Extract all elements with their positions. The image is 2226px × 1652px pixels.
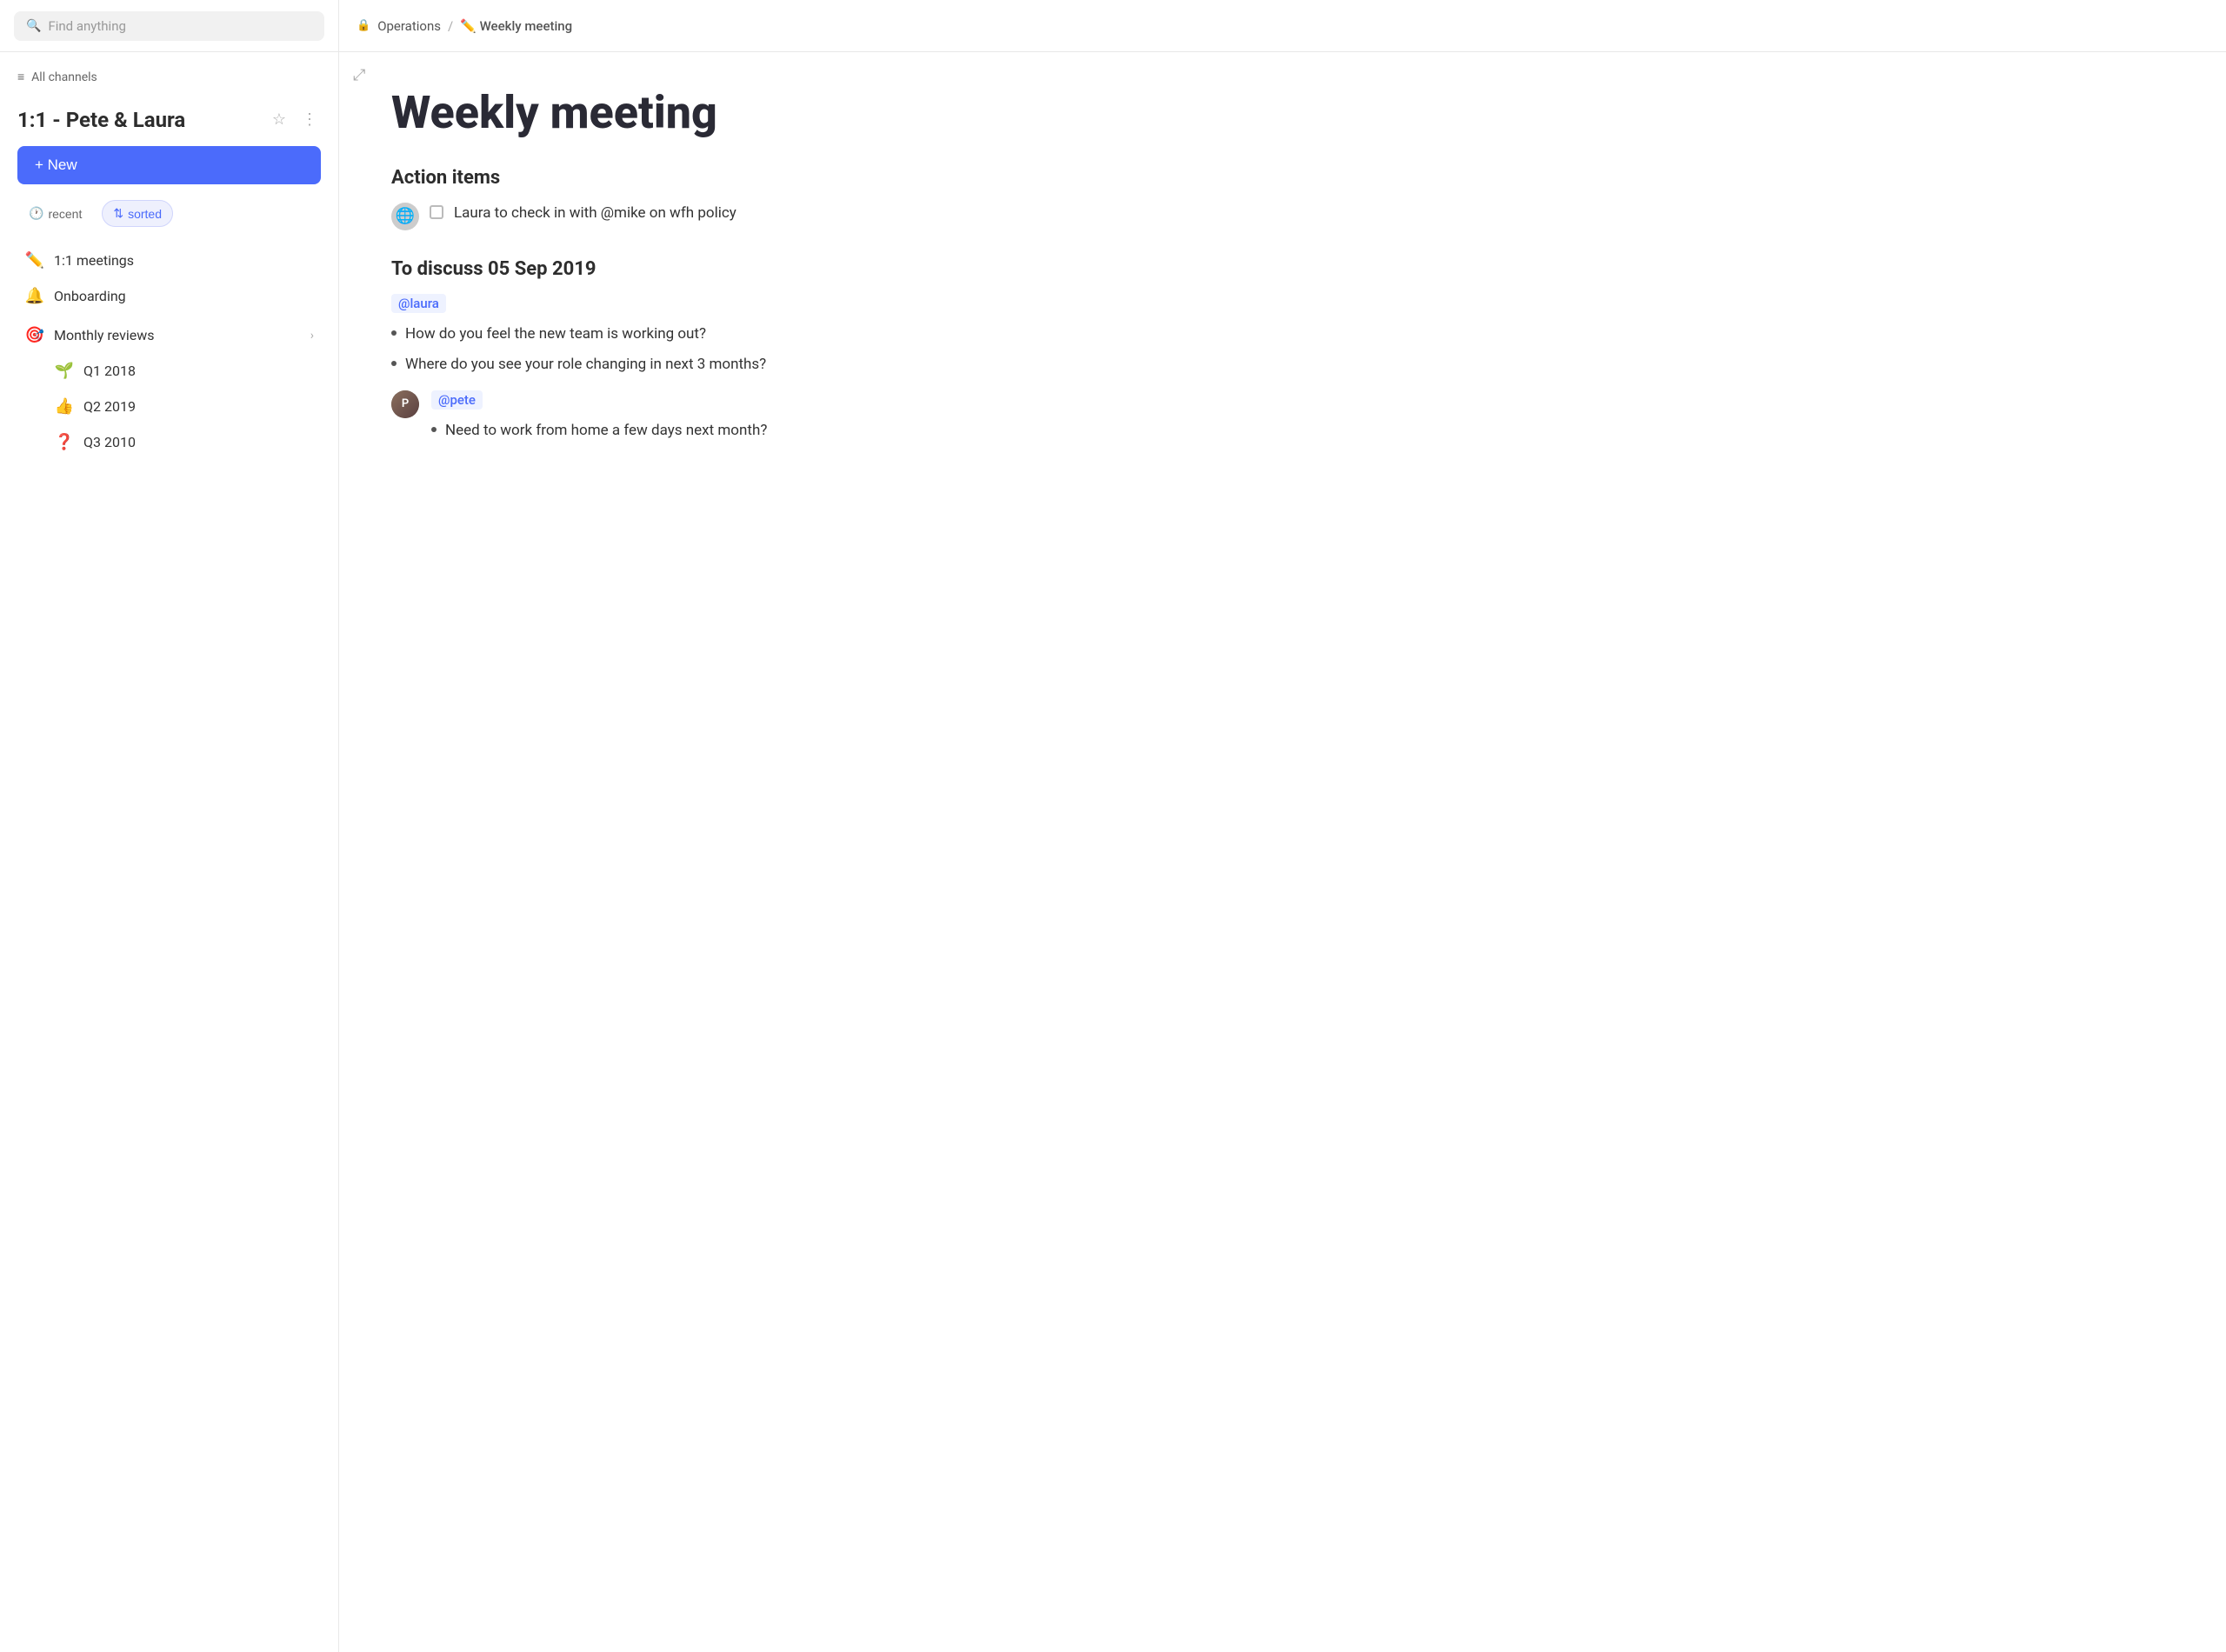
avatar-pete: P <box>391 390 419 418</box>
document-title: Weekly meeting <box>391 87 2174 139</box>
action-item-text: Laura to check in with @mike on wfh poli… <box>454 203 736 225</box>
discuss-heading: To discuss 05 Sep 2019 <box>391 258 2174 280</box>
channel-title: 1:1 - Pete & Laura <box>17 108 185 132</box>
search-section: 🔍 Find anything <box>0 0 339 51</box>
search-box[interactable]: 🔍 Find anything <box>14 11 324 41</box>
all-channels-label: All channels <box>31 70 97 84</box>
list-item: Where do you see your role changing in n… <box>391 354 2174 376</box>
q3-2010-label: Q3 2010 <box>83 434 314 450</box>
onboarding-label: Onboarding <box>54 288 314 304</box>
filter-sorted-label: sorted <box>128 207 162 221</box>
breadcrumb-page: ✏️ Weekly meeting <box>460 18 572 34</box>
filter-sorted-button[interactable]: ⇅ sorted <box>102 200 173 227</box>
laura-section: @laura How do you feel the new team is w… <box>391 294 2174 376</box>
laura-bullet-1: How do you feel the new team is working … <box>405 323 706 346</box>
filter-recent-label: recent <box>48 207 82 221</box>
recent-clock-icon: 🕐 <box>29 206 43 221</box>
expand-button[interactable]: ⤢ <box>353 66 365 84</box>
sidebar-item-q3-2010[interactable]: ❓ Q3 2010 <box>7 424 331 460</box>
channel-actions: ☆ ⋮ <box>269 107 321 132</box>
laura-mention[interactable]: @laura <box>391 294 446 313</box>
action-item-checkbox[interactable] <box>430 205 443 219</box>
monthly-reviews-header[interactable]: 🎯 Monthly reviews › <box>7 317 331 353</box>
monthly-reviews-label: Monthly reviews <box>54 327 302 343</box>
chevron-down-icon: › <box>310 329 314 343</box>
pete-section: P @pete Need to work from home a few day… <box>391 390 2174 456</box>
q1-2018-emoji: 🌱 <box>54 362 75 380</box>
main-layout: ≡ All channels 1:1 - Pete & Laura ☆ ⋮ + … <box>0 52 2226 1652</box>
pete-mention[interactable]: @pete <box>431 390 483 410</box>
list-item: How do you feel the new team is working … <box>391 323 2174 346</box>
sorted-icon: ⇅ <box>113 206 123 221</box>
pete-content: @pete Need to work from home a few days … <box>431 390 2174 456</box>
pete-bullet-list: Need to work from home a few days next m… <box>431 420 2174 443</box>
globe-icon: 🌐 <box>396 207 415 225</box>
sidebar-item-q2-2019[interactable]: 👍 Q2 2019 <box>7 389 331 424</box>
main-content: ⤢ Weekly meeting Action items 🌐 Laura to… <box>339 52 2226 1652</box>
q1-2018-label: Q1 2018 <box>83 363 314 379</box>
hamburger-icon: ≡ <box>17 70 24 84</box>
sidebar-item-meetings[interactable]: ✏️ 1:1 meetings <box>7 243 331 278</box>
sidebar-item-q1-2018[interactable]: 🌱 Q1 2018 <box>7 353 331 389</box>
sidebar-item-onboarding[interactable]: 🔔 Onboarding <box>7 278 331 314</box>
filter-row: 🕐 recent ⇅ sorted <box>0 200 338 243</box>
new-button[interactable]: + New <box>17 146 321 184</box>
bullet-dot-icon <box>391 330 397 336</box>
bullet-dot-icon <box>431 427 437 432</box>
channel-header: 1:1 - Pete & Laura ☆ ⋮ <box>0 98 338 146</box>
avatar-globe: 🌐 <box>391 203 419 230</box>
sidebar: ≡ All channels 1:1 - Pete & Laura ☆ ⋮ + … <box>0 52 339 1652</box>
meetings-emoji: ✏️ <box>24 251 45 270</box>
filter-recent-button[interactable]: 🕐 recent <box>17 200 93 227</box>
sidebar-group-monthly-reviews: 🎯 Monthly reviews › 🌱 Q1 2018 👍 Q2 2019 … <box>0 317 338 460</box>
lock-icon: 🔒 <box>357 19 370 32</box>
q2-2019-emoji: 👍 <box>54 397 75 416</box>
onboarding-emoji: 🔔 <box>24 287 45 305</box>
q2-2019-label: Q2 2019 <box>83 398 314 415</box>
laura-bullet-list: How do you feel the new team is working … <box>391 323 2174 376</box>
laura-bullet-2: Where do you see your role changing in n… <box>405 354 766 376</box>
action-item-row: 🌐 Laura to check in with @mike on wfh po… <box>391 203 2174 230</box>
all-channels[interactable]: ≡ All channels <box>0 70 338 98</box>
bullet-dot-icon <box>391 361 397 366</box>
search-icon: 🔍 <box>26 19 41 33</box>
more-button[interactable]: ⋮ <box>298 107 321 132</box>
pete-bullet-1: Need to work from home a few days next m… <box>445 420 767 443</box>
q3-2010-emoji: ❓ <box>54 433 75 451</box>
star-button[interactable]: ☆ <box>269 107 290 132</box>
list-item: Need to work from home a few days next m… <box>431 420 2174 443</box>
breadcrumb: 🔒 Operations / ✏️ Weekly meeting <box>339 18 590 34</box>
breadcrumb-workspace[interactable]: Operations <box>377 18 441 34</box>
discuss-section: To discuss 05 Sep 2019 @laura How do you… <box>391 258 2174 456</box>
top-bar: 🔍 Find anything 🔒 Operations / ✏️ Weekly… <box>0 0 2226 52</box>
action-items-heading: Action items <box>391 167 2174 189</box>
meetings-label: 1:1 meetings <box>54 252 314 269</box>
breadcrumb-separator: / <box>448 18 453 34</box>
monthly-reviews-emoji: 🎯 <box>24 326 45 344</box>
search-placeholder: Find anything <box>48 18 125 34</box>
